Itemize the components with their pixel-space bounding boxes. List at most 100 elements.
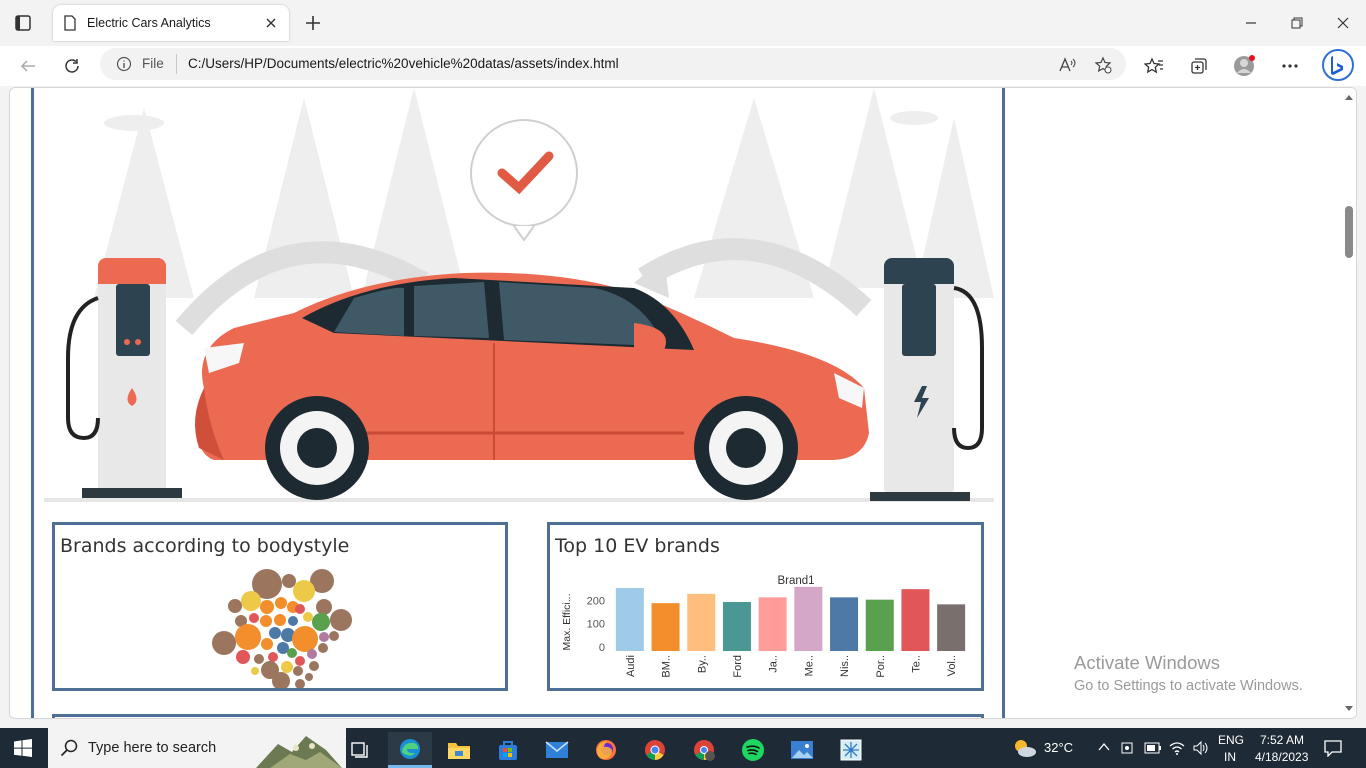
show-hidden-icons[interactable] xyxy=(1098,742,1110,752)
favorites-icon[interactable] xyxy=(1142,54,1166,78)
add-favorite-icon[interactable] xyxy=(1094,56,1112,74)
scroll-thumb[interactable] xyxy=(1345,206,1353,258)
bubble xyxy=(292,626,318,652)
bubble xyxy=(260,615,272,627)
address-divider xyxy=(176,54,177,74)
x-tick-label: Audi xyxy=(625,655,637,677)
bubble xyxy=(303,612,313,622)
search-placeholder: Type here to search xyxy=(88,740,217,756)
close-tab-icon[interactable] xyxy=(263,15,279,31)
bubble xyxy=(319,632,329,642)
bar xyxy=(830,597,859,651)
bar xyxy=(722,602,751,651)
x-tick-label: BM.. xyxy=(661,655,673,678)
bodystyle-bubble-panel: Brands according to bodystyle xyxy=(52,522,508,691)
y-tick-label: 0 xyxy=(599,642,605,654)
windows-start-icon[interactable] xyxy=(14,739,32,757)
bubble xyxy=(282,574,296,588)
profile-avatar[interactable] xyxy=(1232,54,1256,78)
snipping-tool-icon[interactable] xyxy=(829,732,873,768)
search-highlight-art xyxy=(256,736,342,768)
bubble xyxy=(330,609,352,631)
weather-temp[interactable]: 32°C xyxy=(1044,740,1073,755)
bubble xyxy=(309,661,319,671)
chrome-icon[interactable] xyxy=(633,732,677,768)
wifi-icon[interactable] xyxy=(1168,740,1186,756)
bubble xyxy=(254,654,264,664)
clock-date[interactable]: 4/18/2023 xyxy=(1255,750,1308,764)
bubble xyxy=(269,627,281,639)
vertical-scrollbar[interactable] xyxy=(1342,88,1356,718)
page-icon xyxy=(64,15,76,31)
bar xyxy=(615,588,644,651)
bubble xyxy=(288,616,298,626)
bar xyxy=(865,599,894,651)
bubble xyxy=(305,673,313,681)
task-view-icon[interactable] xyxy=(338,732,382,768)
firefox-icon[interactable] xyxy=(584,732,628,768)
top10-bar-chart[interactable]: Brand1 Max. Effici... 0 100 200 Audi BM.. By.. F… xyxy=(550,525,981,688)
bubble xyxy=(241,591,261,611)
spotify-icon[interactable] xyxy=(731,732,775,768)
collections-icon[interactable] xyxy=(1187,54,1211,78)
address-bar[interactable]: File C:/Users/HP/Documents/electric%20ve… xyxy=(100,48,1126,80)
clock-time[interactable]: 7:52 AM xyxy=(1260,733,1304,747)
photos-icon[interactable] xyxy=(780,732,824,768)
bubble xyxy=(295,679,305,688)
language-code[interactable]: ENG xyxy=(1218,733,1244,747)
chrome-profile-icon[interactable] xyxy=(682,732,726,768)
scroll-up-icon[interactable] xyxy=(1345,94,1353,100)
meet-now-icon[interactable] xyxy=(1120,740,1136,756)
language-region[interactable]: IN xyxy=(1224,750,1236,764)
bubble xyxy=(236,650,250,664)
bubble xyxy=(307,649,317,659)
bar xyxy=(687,593,716,651)
bubble xyxy=(312,613,330,631)
notifications-icon[interactable] xyxy=(1324,739,1342,757)
weather-icon[interactable] xyxy=(1010,736,1038,760)
close-window-icon[interactable] xyxy=(1333,13,1353,33)
edge-taskbar-icon[interactable] xyxy=(388,732,432,768)
more-menu-icon[interactable] xyxy=(1278,54,1302,78)
bar xyxy=(651,603,680,651)
bubble xyxy=(249,613,259,623)
bubble xyxy=(281,661,293,673)
browser-tab[interactable]: Electric Cars Analytics xyxy=(53,5,289,41)
bubble xyxy=(212,631,236,655)
bubble-cluster xyxy=(212,569,352,688)
bubble xyxy=(268,652,278,662)
x-tick-label: Nis.. xyxy=(839,655,851,677)
x-tick-label: Te.. xyxy=(910,655,922,673)
microsoft-store-icon[interactable] xyxy=(486,732,530,768)
new-tab-icon[interactable] xyxy=(303,13,323,33)
volume-icon[interactable] xyxy=(1192,740,1210,756)
info-icon[interactable] xyxy=(116,56,132,72)
x-tick-label: Por.. xyxy=(875,655,887,678)
minimize-icon[interactable] xyxy=(1241,13,1261,33)
read-aloud-icon[interactable] xyxy=(1058,56,1076,74)
y-tick-label: 200 xyxy=(587,595,605,607)
scroll-down-icon[interactable] xyxy=(1345,706,1353,712)
tab-title: Electric Cars Analytics xyxy=(87,16,211,30)
address-url[interactable]: C:/Users/HP/Documents/electric%20vehicle… xyxy=(188,56,619,71)
bubble xyxy=(274,614,286,626)
tab-actions-icon[interactable] xyxy=(14,14,32,32)
back-arrow-icon[interactable] xyxy=(16,54,40,78)
file-explorer-icon[interactable] xyxy=(437,732,481,768)
top10-brands-panel: Top 10 EV brands Brand1 Max. Effici... 0 10… xyxy=(547,522,984,691)
bar xyxy=(937,604,966,651)
restore-icon[interactable] xyxy=(1287,13,1307,33)
bing-copilot-icon[interactable] xyxy=(1322,49,1354,81)
activate-line1: Activate Windows xyxy=(1074,652,1220,673)
x-tick-label: By.. xyxy=(696,655,708,673)
bubble xyxy=(295,604,305,614)
battery-icon[interactable] xyxy=(1144,741,1162,755)
ev-charging-illustration xyxy=(34,88,1002,508)
mail-icon[interactable] xyxy=(535,732,579,768)
taskbar-search[interactable]: Type here to search xyxy=(48,728,346,768)
x-tick-label: Ford xyxy=(732,655,744,678)
bodystyle-bubble-chart[interactable] xyxy=(55,525,505,688)
refresh-icon[interactable] xyxy=(60,54,84,78)
page-viewport: Brands according to bodystyle Top 10 EV … xyxy=(9,87,1357,719)
windows-taskbar: Type here to search 32°C ENG IN 7:52 AM … xyxy=(0,728,1366,768)
